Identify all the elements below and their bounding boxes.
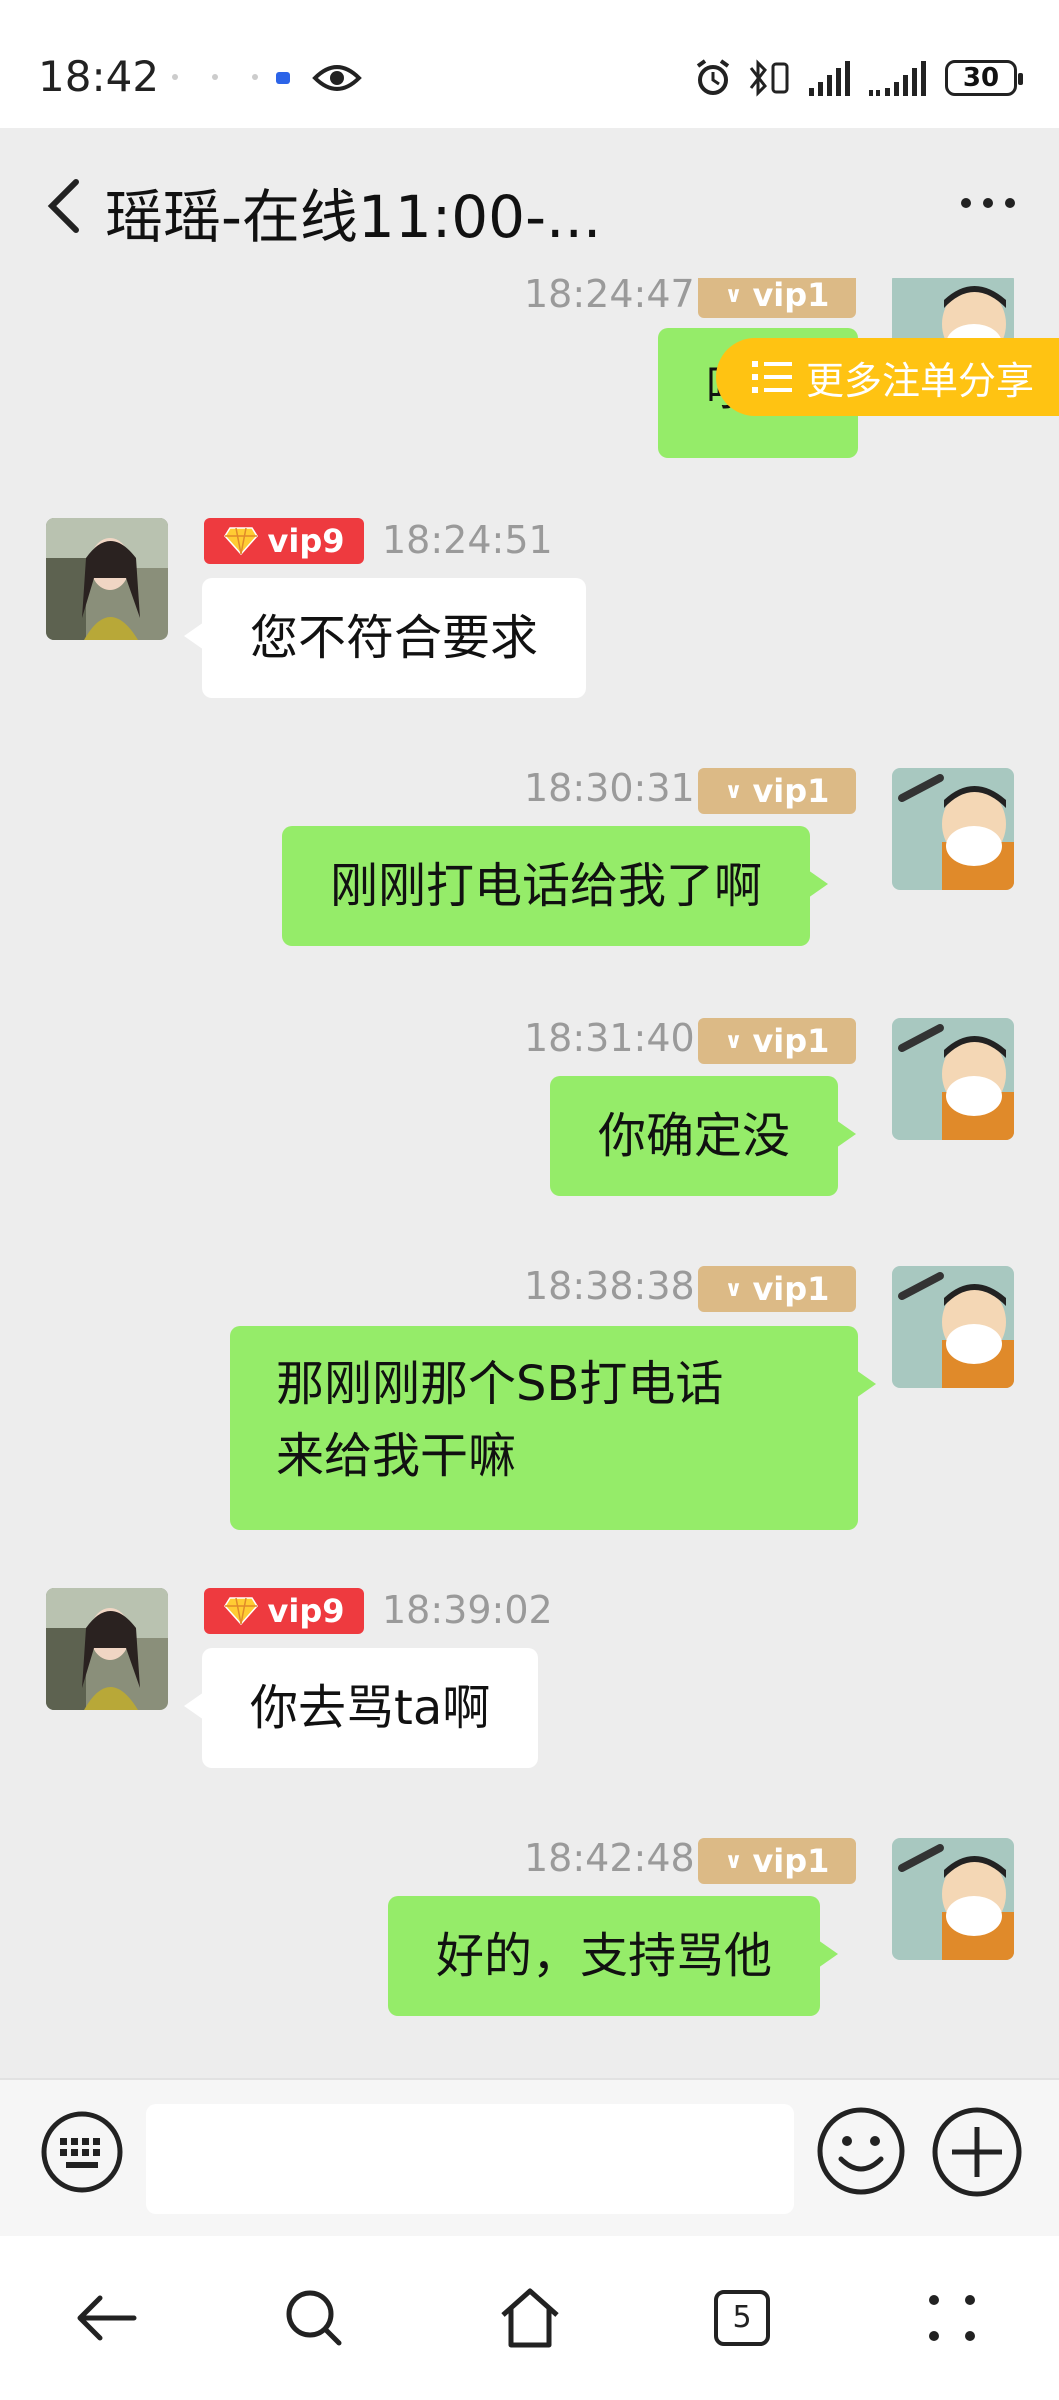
vip-chevron-icon: ∨ bbox=[724, 1028, 743, 1054]
vip-chevron-icon: ∨ bbox=[724, 1276, 743, 1302]
message-bubble[interactable]: 刚刚打电话给我了啊 bbox=[282, 826, 829, 946]
vip-chevron-icon: ∨ bbox=[724, 282, 743, 308]
notification-dots-icon bbox=[172, 74, 258, 80]
message-timestamp: 18:31:40 bbox=[524, 1016, 695, 1060]
signal-icon bbox=[809, 61, 850, 96]
message-bubble[interactable]: 那刚刚那个SB打电话 来给我干嘛 bbox=[230, 1326, 876, 1530]
vip-badge: vip9 bbox=[204, 1588, 364, 1634]
diamond-icon bbox=[223, 1597, 258, 1626]
message-bubble[interactable]: 您不符合要求 bbox=[183, 578, 587, 698]
woman-photo-avatar bbox=[46, 1588, 168, 1710]
message-bubble[interactable]: 你去骂ta啊 bbox=[183, 1648, 539, 1768]
avatar[interactable] bbox=[892, 1018, 1014, 1140]
chat-header: 瑶瑶-在线11:00-... bbox=[0, 128, 1059, 278]
avatar[interactable] bbox=[46, 1588, 168, 1710]
vip-badge: vip9 bbox=[204, 518, 364, 564]
cartoon-man-avatar bbox=[892, 1838, 1014, 1960]
vip-badge: ∨ vip1 bbox=[698, 1018, 856, 1064]
eye-icon bbox=[312, 65, 362, 91]
keyboard-icon[interactable] bbox=[40, 2110, 124, 2194]
app-notification-icon bbox=[276, 72, 290, 84]
search-icon[interactable] bbox=[278, 2282, 350, 2354]
chat-title: 瑶瑶-在线11:00-... bbox=[105, 183, 602, 251]
vip-badge: ∨ vip1 bbox=[698, 1266, 856, 1312]
back-arrow-icon[interactable] bbox=[70, 2282, 142, 2354]
smiley-icon[interactable] bbox=[815, 2105, 907, 2197]
vip-chevron-icon: ∨ bbox=[724, 1848, 743, 1874]
woman-photo-avatar bbox=[46, 518, 168, 640]
chevron-left-icon[interactable] bbox=[40, 176, 92, 236]
message-timestamp: 18:24:47 bbox=[524, 278, 695, 316]
avatar[interactable] bbox=[892, 768, 1014, 890]
cartoon-man-avatar bbox=[892, 1018, 1014, 1140]
vip-badge: ∨ vip1 bbox=[698, 1838, 856, 1884]
avatar[interactable] bbox=[892, 1838, 1014, 1960]
list-icon bbox=[752, 361, 792, 393]
status-icons: 30 bbox=[693, 58, 1023, 98]
home-icon[interactable] bbox=[494, 2282, 566, 2354]
status-time: 18:42 bbox=[38, 52, 160, 101]
cartoon-man-avatar bbox=[892, 1266, 1014, 1388]
signal-hd-icon bbox=[869, 61, 926, 96]
tabs-icon[interactable]: 5 bbox=[706, 2282, 778, 2354]
input-bar bbox=[0, 2078, 1059, 2236]
message-timestamp: 18:39:02 bbox=[382, 1588, 553, 1632]
more-bets-share-button[interactable]: 更多注单分享 bbox=[716, 338, 1059, 416]
message-bubble[interactable]: 你确定没 bbox=[550, 1076, 857, 1196]
message-timestamp: 18:38:38 bbox=[524, 1264, 695, 1308]
alarm-icon bbox=[696, 59, 730, 95]
avatar[interactable] bbox=[46, 518, 168, 640]
vip-chevron-icon: ∨ bbox=[724, 778, 743, 804]
plus-circle-icon[interactable] bbox=[930, 2105, 1024, 2199]
status-bar: 18:42 30 bbox=[0, 0, 1059, 128]
bluetooth-vibrate-icon bbox=[749, 59, 789, 97]
diamond-icon bbox=[223, 527, 258, 556]
message-timestamp: 18:24:51 bbox=[382, 518, 553, 562]
message-bubble[interactable]: 好的，支持骂他 bbox=[388, 1896, 839, 2016]
avatar[interactable] bbox=[892, 1266, 1014, 1388]
battery-icon: 30 bbox=[945, 60, 1023, 96]
menu-dots-icon[interactable] bbox=[916, 2282, 988, 2354]
vip-badge: ∨ vip1 bbox=[698, 768, 856, 814]
system-nav-bar: 5 bbox=[0, 2236, 1059, 2400]
more-dots-icon[interactable] bbox=[961, 198, 1015, 208]
cartoon-man-avatar bbox=[892, 768, 1014, 890]
message-input[interactable] bbox=[146, 2104, 794, 2214]
vip-badge: ∨ vip1 bbox=[698, 278, 856, 318]
message-timestamp: 18:42:48 bbox=[524, 1836, 695, 1880]
message-timestamp: 18:30:31 bbox=[524, 766, 695, 810]
message-list[interactable]: 18:24:47 ∨vip1 哦 更多注单分享 bbox=[0, 278, 1059, 2078]
